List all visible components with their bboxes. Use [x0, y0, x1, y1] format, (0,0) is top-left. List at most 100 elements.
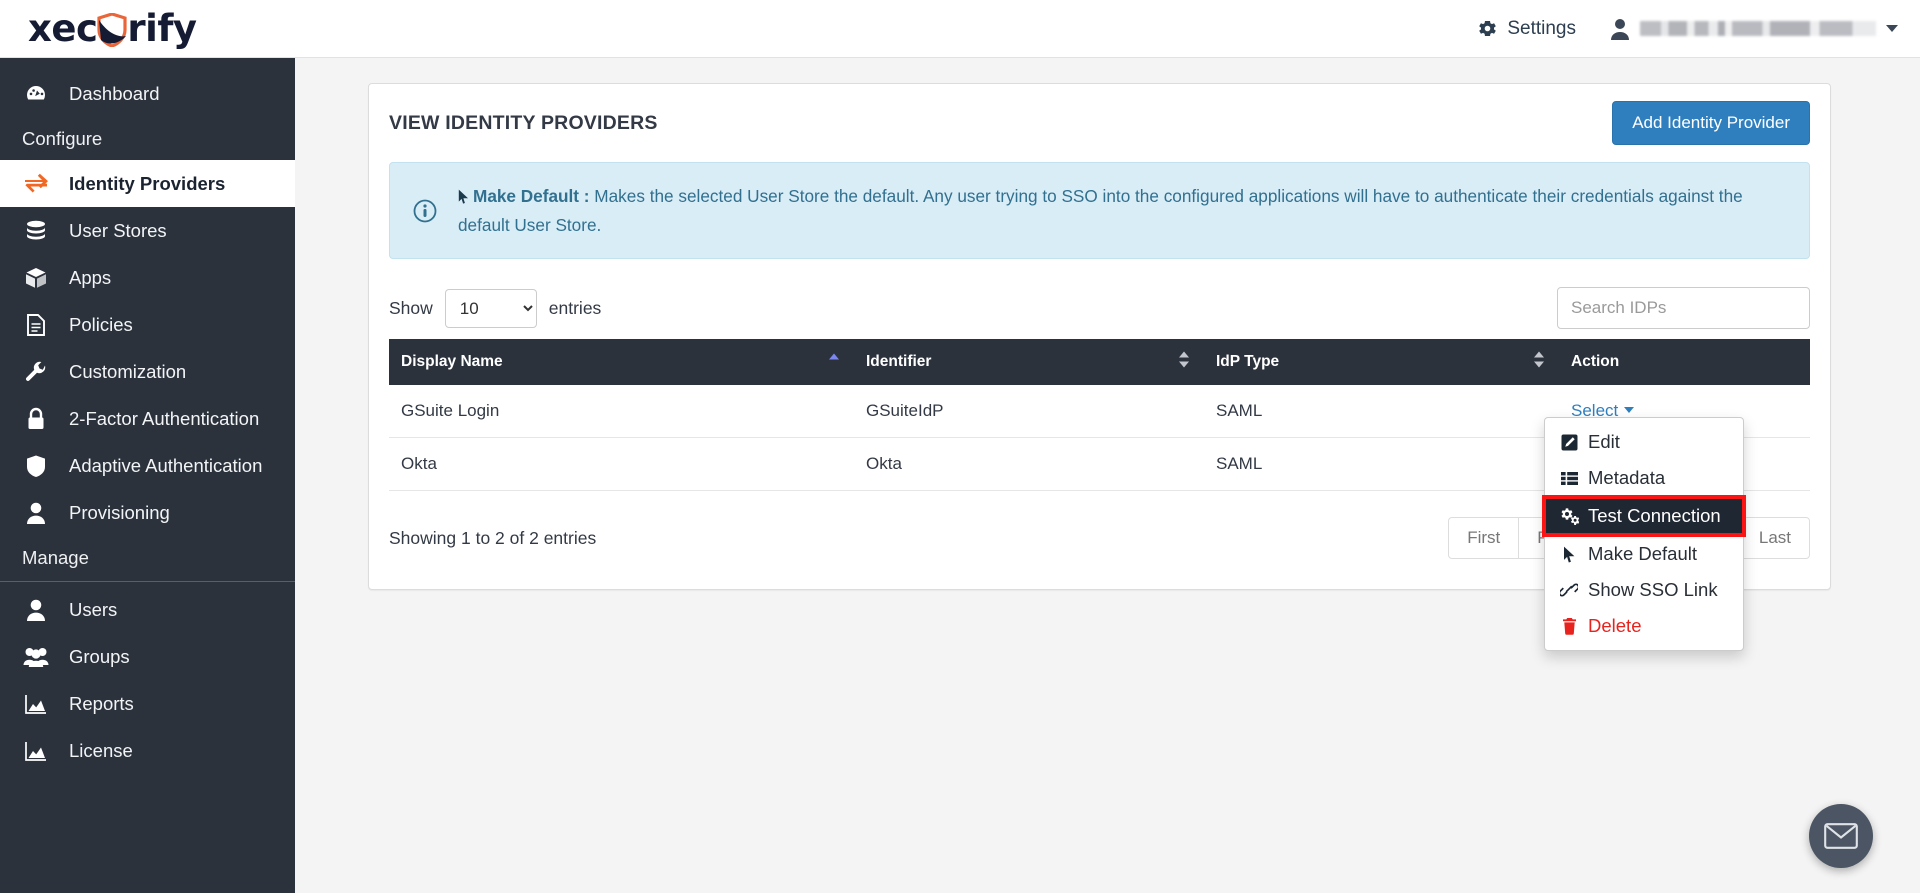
table-header: Display Name Identifier IdP Type: [389, 339, 1810, 385]
column-label: Action: [1571, 353, 1619, 370]
shield-icon: [97, 13, 127, 47]
link-icon: [1559, 582, 1579, 598]
column-header-idp-type[interactable]: IdP Type: [1204, 339, 1559, 385]
user-menu[interactable]: [1610, 18, 1898, 40]
pagination-first[interactable]: First: [1448, 517, 1519, 559]
sidebar-divider: [0, 581, 295, 582]
dropdown-item-label: Make Default: [1588, 543, 1697, 565]
dropdown-item-make-default[interactable]: Make Default: [1545, 536, 1743, 572]
dropdown-item-show-sso-link[interactable]: Show SSO Link: [1545, 572, 1743, 608]
support-chat-button[interactable]: [1809, 804, 1873, 868]
sidebar-item-identity-providers[interactable]: Identity Providers: [0, 160, 295, 207]
sidebar-item-user-stores[interactable]: User Stores: [0, 207, 295, 254]
list-icon: [1559, 471, 1579, 486]
sidebar-item-license[interactable]: License: [0, 727, 295, 774]
dropdown-item-test-connection[interactable]: Test Connection: [1545, 498, 1743, 534]
info-circle-icon: [412, 183, 438, 238]
sidebar-section-manage: Manage: [0, 536, 295, 579]
edit-icon: [1559, 434, 1579, 451]
trash-icon: [1559, 618, 1579, 635]
table-controls: Show 10 25 50 100 entries: [389, 285, 1810, 331]
chevron-down-icon: [1624, 407, 1634, 413]
sidebar-item-label: Reports: [69, 693, 134, 715]
alert-detail-text: Makes the selected User Store the defaul…: [458, 186, 1743, 235]
column-label: IdP Type: [1216, 353, 1279, 370]
brand-logo[interactable]: xecrify: [0, 0, 295, 58]
sidebar-item-2-factor-authentication[interactable]: 2-Factor Authentication: [0, 395, 295, 442]
sidebar-item-apps[interactable]: Apps: [0, 254, 295, 301]
sidebar-item-label: Adaptive Authentication: [69, 455, 262, 477]
sidebar-item-label: Users: [69, 599, 117, 621]
sidebar-item-label: Identity Providers: [69, 173, 225, 195]
logo-text: xecrify: [28, 10, 197, 47]
sidebar-item-policies[interactable]: Policies: [0, 301, 295, 348]
select-action-dropdown: Edit Metadata Test Connection Make Defau…: [1544, 417, 1744, 651]
dropdown-item-label: Metadata: [1588, 467, 1665, 489]
sort-both-icon: [1178, 351, 1190, 374]
sidebar-item-groups[interactable]: Groups: [0, 633, 295, 680]
user-icon: [1610, 18, 1630, 40]
shield-icon: [22, 454, 49, 478]
search-input[interactable]: [1557, 287, 1810, 329]
sidebar-item-label: User Stores: [69, 220, 167, 242]
sidebar-item-label: Apps: [69, 267, 111, 289]
show-label: Show: [389, 298, 433, 319]
dropdown-item-label: Delete: [1588, 615, 1641, 637]
entries-label: entries: [549, 298, 602, 319]
logo-text-part1: xec: [28, 7, 97, 50]
cell-identifier: GSuiteIdP: [854, 385, 1204, 438]
column-header-identifier[interactable]: Identifier: [854, 339, 1204, 385]
exchange-icon: [22, 173, 49, 195]
cube-icon: [22, 266, 49, 290]
settings-label: Settings: [1507, 18, 1576, 40]
page-title: VIEW IDENTITY PROVIDERS: [389, 112, 658, 135]
dropdown-item-delete[interactable]: Delete: [1545, 608, 1743, 644]
sidebar-item-customization[interactable]: Customization: [0, 348, 295, 395]
dropdown-item-label: Edit: [1588, 431, 1620, 453]
user-icon: [22, 501, 49, 525]
chevron-down-icon: [1886, 25, 1898, 32]
user-icon: [22, 598, 49, 622]
dropdown-item-metadata[interactable]: Metadata: [1545, 460, 1743, 496]
sidebar-item-adaptive-authentication[interactable]: Adaptive Authentication: [0, 442, 295, 489]
cell-display-name: Okta: [389, 438, 854, 491]
dropdown-item-edit[interactable]: Edit: [1545, 424, 1743, 460]
sidebar-item-provisioning[interactable]: Provisioning: [0, 489, 295, 536]
sidebar-item-dashboard[interactable]: Dashboard: [0, 70, 295, 117]
sort-both-icon: [1533, 351, 1545, 374]
envelope-icon: [1824, 823, 1858, 849]
cell-idp-type: SAML: [1204, 438, 1559, 491]
dropdown-item-label: Test Connection: [1588, 505, 1721, 527]
sidebar-item-label: 2-Factor Authentication: [69, 408, 259, 430]
sidebar: Dashboard Configure Identity Providers U…: [0, 58, 295, 893]
alert-strong-text: Make Default :: [473, 186, 590, 206]
settings-button[interactable]: Settings: [1477, 18, 1576, 40]
sidebar-item-label: Policies: [69, 314, 133, 336]
showing-entries-text: Showing 1 to 2 of 2 entries: [389, 528, 596, 549]
add-identity-provider-button[interactable]: Add Identity Provider: [1612, 101, 1810, 145]
sidebar-section-label: Configure: [22, 128, 102, 150]
make-default-info-alert: Make Default : Makes the selected User S…: [389, 162, 1810, 259]
mouse-pointer-icon: [458, 185, 471, 212]
sidebar-item-label: Customization: [69, 361, 186, 383]
sidebar-item-users[interactable]: Users: [0, 586, 295, 633]
dropdown-item-label: Show SSO Link: [1588, 579, 1718, 601]
table-header-row: Display Name Identifier IdP Type: [389, 339, 1810, 385]
sort-asc-icon: [828, 352, 840, 373]
logo-text-part2: rify: [127, 7, 196, 50]
sidebar-section-configure: Configure: [0, 117, 295, 160]
page-length-select[interactable]: 10 25 50 100: [445, 289, 537, 328]
dashboard-icon: [22, 82, 49, 106]
user-name-redacted: [1640, 21, 1876, 36]
alert-text: Make Default : Makes the selected User S…: [458, 183, 1787, 238]
column-label: Display Name: [401, 353, 503, 370]
sidebar-item-reports[interactable]: Reports: [0, 680, 295, 727]
column-header-display-name[interactable]: Display Name: [389, 339, 854, 385]
pagination-last[interactable]: Last: [1740, 517, 1810, 559]
column-header-action: Action: [1559, 339, 1810, 385]
lock-icon: [22, 407, 49, 431]
database-icon: [22, 219, 49, 243]
users-icon: [22, 646, 49, 668]
document-icon: [22, 313, 49, 337]
chart-area-icon: [22, 740, 49, 762]
